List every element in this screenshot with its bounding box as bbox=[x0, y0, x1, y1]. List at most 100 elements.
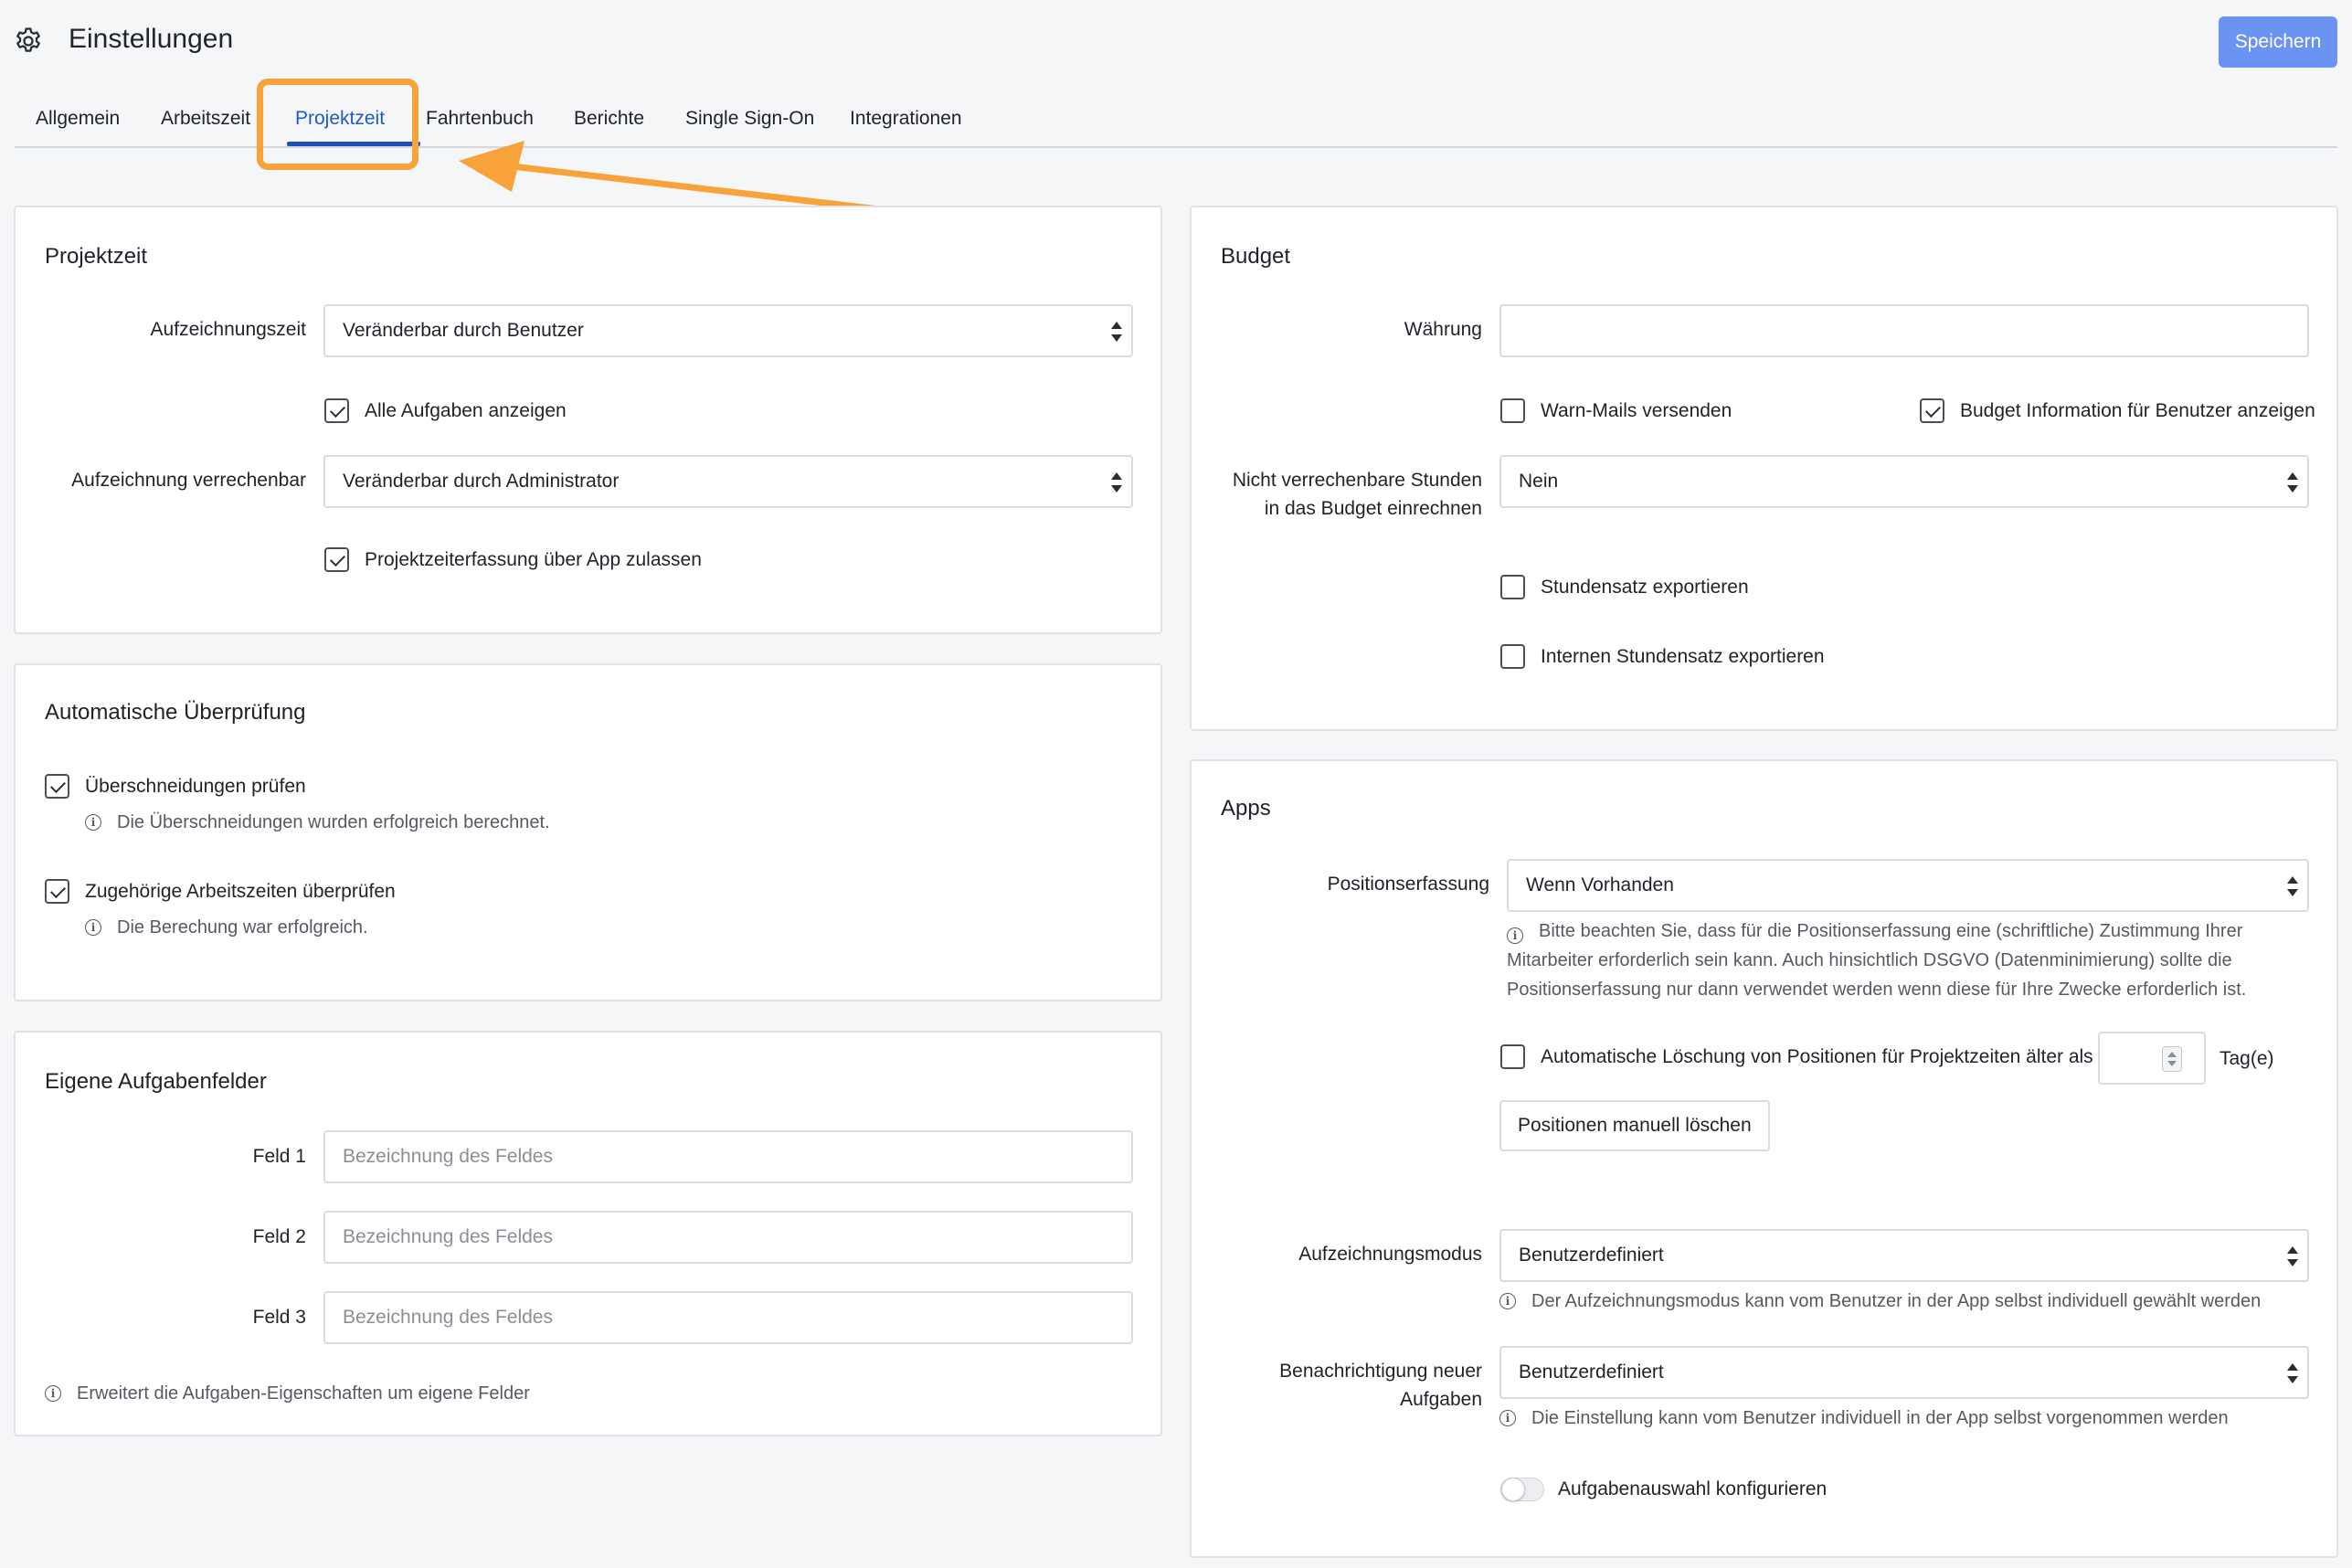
tab-arbeitszeit[interactable]: Arbeitszeit bbox=[161, 108, 250, 130]
recording-time-value: Veränderbar durch Benutzer bbox=[343, 320, 584, 341]
tab-integrationen[interactable]: Integrationen bbox=[850, 108, 962, 130]
overlap-label: Überschneidungen prüfen bbox=[85, 775, 306, 797]
budget-info-label: Budget Information für Benutzer anzeigen bbox=[1960, 399, 2315, 421]
field-2-input[interactable]: Bezeichnung des Feldes bbox=[323, 1211, 1133, 1264]
export-rate-row[interactable]: Stundensatz exportieren bbox=[1500, 575, 1749, 599]
select-caret-icon bbox=[2287, 472, 2298, 493]
warn-mails-checkbox[interactable] bbox=[1500, 398, 1525, 423]
mode-value: Benutzerdefiniert bbox=[1519, 1245, 1664, 1266]
page-title: Einstellungen bbox=[69, 24, 234, 54]
export-rate-label: Stundensatz exportieren bbox=[1541, 576, 1749, 598]
task-select-label: Aufgabenauswahl konfigurieren bbox=[1558, 1478, 1828, 1499]
warn-mails-label: Warn-Mails versenden bbox=[1541, 399, 1732, 421]
tab-berichte[interactable]: Berichte bbox=[574, 108, 644, 130]
select-caret-icon bbox=[1111, 472, 1122, 493]
apps-title: Apps bbox=[1221, 796, 1271, 821]
export-internal-rate-row[interactable]: Internen Stundensatz exportieren bbox=[1500, 644, 1825, 669]
save-button[interactable]: Speichern bbox=[2219, 16, 2337, 68]
field-3-label: Feld 3 bbox=[252, 1307, 306, 1328]
toggle-knob bbox=[1501, 1478, 1525, 1501]
overlap-info-text: Die Überschneidungen wurden erfolgreich … bbox=[117, 812, 550, 832]
notify-label: Benachrichtigung neuer Aufgaben bbox=[1279, 1357, 1482, 1414]
nonbillable-label-line1: Nicht verrechenbare Stunden bbox=[1232, 470, 1482, 491]
info-icon: i bbox=[1499, 1410, 1516, 1426]
auto-delete-days-input[interactable] bbox=[2098, 1032, 2206, 1085]
field-1-label: Feld 1 bbox=[252, 1146, 306, 1167]
position-info-text: i Bitte beachten Sie, dass für die Positi… bbox=[1507, 916, 2246, 1004]
position-info: i Bitte beachten Sie, dass für die Positi… bbox=[1507, 916, 2283, 1004]
days-unit-label: Tag(e) bbox=[2220, 1048, 2274, 1069]
warn-mails-row[interactable]: Warn-Mails versenden bbox=[1500, 398, 1732, 423]
app-recording-row[interactable]: Projektzeiterfassung über App zulassen bbox=[324, 547, 702, 572]
tab-allgemein[interactable]: Allgemein bbox=[36, 108, 120, 130]
overlap-row[interactable]: Überschneidungen prüfen bbox=[45, 774, 306, 799]
projektzeit-card: Projektzeit Aufzeichnungszeit Veränderba… bbox=[14, 206, 1162, 634]
auto-delete-label: Automatische Löschung von Positionen für… bbox=[1541, 1045, 2093, 1067]
custom-fields-title: Eigene Aufgabenfelder bbox=[45, 1069, 267, 1094]
auto-delete-row[interactable]: Automatische Löschung von Positionen für… bbox=[1500, 1044, 2093, 1069]
worktime-label: Zugehörige Arbeitszeiten überprüfen bbox=[85, 880, 396, 902]
custom-fields-info: i Erweitert die Aufgaben-Eigenschaften u… bbox=[45, 1379, 530, 1408]
export-rate-checkbox[interactable] bbox=[1500, 575, 1525, 599]
nonbillable-select[interactable]: Nein bbox=[1499, 455, 2309, 508]
billable-select[interactable]: Veränderbar durch Administrator bbox=[323, 455, 1133, 508]
overlap-checkbox[interactable] bbox=[45, 774, 69, 799]
notify-value: Benutzerdefiniert bbox=[1519, 1361, 1664, 1383]
recording-time-label: Aufzeichnungszeit bbox=[150, 319, 306, 340]
position-info-line3: Positionserfassung nur dann verwendet we… bbox=[1507, 980, 2247, 1000]
worktime-row[interactable]: Zugehörige Arbeitszeiten überprüfen bbox=[45, 879, 396, 904]
mode-info: i Der Aufzeichnungsmodus kann vom Benutz… bbox=[1499, 1287, 2261, 1316]
delete-positions-button[interactable]: Positionen manuell löschen bbox=[1499, 1100, 1770, 1151]
auto-delete-checkbox[interactable] bbox=[1500, 1044, 1525, 1069]
budget-info-row[interactable]: Budget Information für Benutzer anzeigen bbox=[1920, 398, 2315, 423]
billable-value: Veränderbar durch Administrator bbox=[343, 471, 620, 492]
show-all-tasks-checkbox[interactable] bbox=[324, 398, 349, 423]
position-select[interactable]: Wenn Vorhanden bbox=[1507, 859, 2309, 912]
currency-input[interactable] bbox=[1499, 304, 2309, 357]
task-select-toggle[interactable] bbox=[1500, 1478, 1544, 1501]
worktime-info-text: Die Berechung war erfolgreich. bbox=[117, 917, 368, 938]
field-2-label: Feld 2 bbox=[252, 1226, 306, 1247]
select-caret-icon bbox=[2287, 1363, 2298, 1383]
worktime-info: i Die Berechung war erfolgreich. bbox=[85, 913, 368, 942]
info-icon: i bbox=[45, 1385, 61, 1402]
field-1-input[interactable]: Bezeichnung des Feldes bbox=[323, 1130, 1133, 1183]
info-icon: i bbox=[85, 814, 101, 831]
mode-info-text: Der Aufzeichnungsmodus kann vom Benutzer… bbox=[1531, 1291, 2262, 1311]
info-icon: i bbox=[1507, 927, 1523, 944]
position-value: Wenn Vorhanden bbox=[1526, 874, 1674, 895]
tab-fahrtenbuch[interactable]: Fahrtenbuch bbox=[426, 108, 534, 130]
notify-label-line1: Benachrichtigung neuer bbox=[1279, 1361, 1482, 1382]
show-all-tasks-row[interactable]: Alle Aufgaben anzeigen bbox=[324, 398, 567, 423]
worktime-checkbox[interactable] bbox=[45, 879, 69, 904]
overlap-info: i Die Überschneidungen wurden erfolgreic… bbox=[85, 808, 550, 837]
show-all-tasks-label: Alle Aufgaben anzeigen bbox=[365, 399, 567, 421]
budget-title: Budget bbox=[1221, 244, 1291, 269]
position-info-line1: Bitte beachten Sie, dass für die Positio… bbox=[1539, 921, 2243, 941]
mode-label: Aufzeichnungsmodus bbox=[1298, 1244, 1482, 1265]
select-caret-icon bbox=[2287, 1246, 2298, 1266]
select-caret-icon bbox=[2287, 876, 2298, 896]
tab-single-sign-on[interactable]: Single Sign-On bbox=[685, 108, 814, 130]
mode-select[interactable]: Benutzerdefiniert bbox=[1499, 1229, 2309, 1282]
field-3-input[interactable]: Bezeichnung des Feldes bbox=[323, 1291, 1133, 1344]
app-recording-checkbox[interactable] bbox=[324, 547, 349, 572]
notify-select[interactable]: Benutzerdefiniert bbox=[1499, 1346, 2309, 1399]
nonbillable-label-line2: in das Budget einrechnen bbox=[1264, 498, 1482, 519]
nonbillable-value: Nein bbox=[1519, 471, 1559, 492]
export-internal-rate-label: Internen Stundensatz exportieren bbox=[1541, 645, 1825, 667]
highlight-annotation bbox=[257, 79, 418, 170]
info-icon: i bbox=[85, 919, 101, 936]
currency-label: Währung bbox=[1404, 319, 1482, 340]
number-spinner-icon[interactable] bbox=[2162, 1046, 2182, 1072]
export-internal-rate-checkbox[interactable] bbox=[1500, 644, 1525, 669]
recording-time-select[interactable]: Veränderbar durch Benutzer bbox=[323, 304, 1133, 357]
budget-info-checkbox[interactable] bbox=[1920, 398, 1944, 423]
auto-check-card: Automatische Überprüfung Überschneidunge… bbox=[14, 663, 1162, 1001]
notify-info: i Die Einstellung kann vom Benutzer indi… bbox=[1499, 1404, 2229, 1433]
notify-info-text: Die Einstellung kann vom Benutzer indivi… bbox=[1531, 1408, 2229, 1428]
gear-icon bbox=[16, 27, 40, 52]
custom-fields-card: Eigene Aufgabenfelder Feld 1 Bezeichnung… bbox=[14, 1031, 1162, 1436]
position-info-line2: Mitarbeiter erforderlich sein kann. Auch… bbox=[1507, 950, 2232, 970]
nonbillable-label: Nicht verrechenbare Stunden in das Budge… bbox=[1233, 466, 1482, 523]
